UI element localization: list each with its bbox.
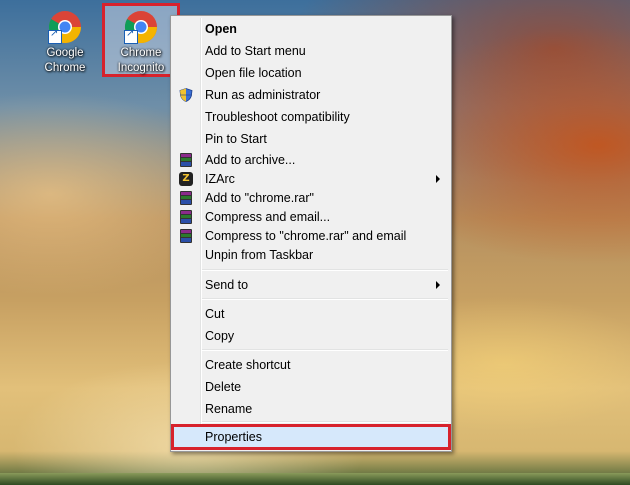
desktop-icon-chrome-incognito[interactable]: Chrome Incognito bbox=[102, 3, 180, 77]
submenu-arrow-icon bbox=[436, 281, 440, 289]
menu-item-label: Add to Start menu bbox=[205, 44, 306, 58]
menu-item-add-to-start-menu[interactable]: Add to Start menu bbox=[173, 41, 449, 61]
menu-item-run-as-administrator[interactable]: Run as administrator bbox=[173, 85, 449, 105]
menu-item-label: Copy bbox=[205, 329, 235, 343]
menu-item-cut[interactable]: Cut bbox=[173, 304, 449, 324]
menu-item-compress-to-chrome-rar-and-email[interactable]: Compress to "chrome.rar" and email bbox=[173, 226, 449, 246]
menu-item-label: Compress to "chrome.rar" and email bbox=[205, 229, 407, 243]
menu-item-open-file-location[interactable]: Open file location bbox=[173, 63, 449, 83]
menu-item-label: Send to bbox=[205, 278, 249, 292]
menu-item-delete[interactable]: Delete bbox=[173, 377, 449, 397]
desktop-icon-label-line2: Chrome bbox=[44, 62, 86, 74]
menu-item-add-to-chrome-rar[interactable]: Add to "chrome.rar" bbox=[173, 188, 449, 208]
menu-item-unpin-from-taskbar[interactable]: Unpin from Taskbar bbox=[173, 245, 449, 265]
menu-item-send-to[interactable]: Send to bbox=[173, 275, 449, 295]
desktop-icon-label-line1: Google bbox=[46, 47, 84, 59]
menu-item-label: Compress and email... bbox=[205, 210, 331, 224]
chrome-icon bbox=[124, 10, 158, 44]
menu-item-create-shortcut[interactable]: Create shortcut bbox=[173, 355, 449, 375]
menu-item-label: Add to "chrome.rar" bbox=[205, 191, 314, 205]
menu-item-label: Delete bbox=[205, 380, 242, 394]
menu-separator bbox=[202, 421, 448, 423]
menu-separator bbox=[202, 298, 448, 300]
shortcut-arrow-icon bbox=[124, 28, 138, 44]
menu-item-label: Create shortcut bbox=[205, 358, 291, 372]
shortcut-arrow-icon bbox=[48, 28, 62, 44]
menu-item-label: Run as administrator bbox=[205, 88, 321, 102]
context-menu: Open Add to Start menu Open file locatio… bbox=[170, 15, 452, 452]
menu-item-label: Properties bbox=[205, 430, 262, 444]
izarc-icon: Z bbox=[179, 172, 193, 186]
desktop-icon-label-line2: Incognito bbox=[117, 62, 165, 74]
menu-item-label: Pin to Start bbox=[205, 132, 267, 146]
desktop-icon-google-chrome[interactable]: Google Chrome bbox=[34, 6, 96, 76]
wallpaper-ground bbox=[0, 473, 630, 485]
menu-separator bbox=[202, 349, 448, 351]
menu-item-label: Add to archive... bbox=[205, 153, 296, 167]
menu-item-label: Rename bbox=[205, 402, 253, 416]
menu-item-rename[interactable]: Rename bbox=[173, 399, 449, 419]
menu-item-copy[interactable]: Copy bbox=[173, 326, 449, 346]
winrar-icon bbox=[179, 191, 193, 205]
desktop-icon-label-line1: Chrome bbox=[120, 47, 162, 59]
submenu-arrow-icon bbox=[436, 175, 440, 183]
menu-item-open[interactable]: Open bbox=[173, 19, 449, 39]
menu-item-label: IZArc bbox=[205, 172, 235, 186]
menu-item-label: Open file location bbox=[205, 66, 302, 80]
menu-item-pin-to-start[interactable]: Pin to Start bbox=[173, 129, 449, 149]
winrar-icon bbox=[179, 229, 193, 243]
menu-item-label: Cut bbox=[205, 307, 225, 321]
chrome-icon bbox=[48, 10, 82, 44]
menu-item-izarc[interactable]: Z IZArc bbox=[173, 169, 449, 189]
menu-item-compress-and-email[interactable]: Compress and email... bbox=[173, 207, 449, 227]
menu-item-troubleshoot-compatibility[interactable]: Troubleshoot compatibility bbox=[173, 107, 449, 127]
menu-item-label: Open bbox=[205, 22, 237, 36]
menu-separator bbox=[202, 269, 448, 271]
winrar-icon bbox=[179, 210, 193, 224]
menu-item-add-to-archive[interactable]: Add to archive... bbox=[173, 150, 449, 170]
menu-item-properties[interactable]: Properties bbox=[171, 424, 451, 450]
winrar-icon bbox=[179, 153, 193, 167]
menu-item-label: Troubleshoot compatibility bbox=[205, 110, 350, 124]
uac-shield-icon bbox=[179, 88, 193, 102]
menu-item-label: Unpin from Taskbar bbox=[205, 248, 314, 262]
